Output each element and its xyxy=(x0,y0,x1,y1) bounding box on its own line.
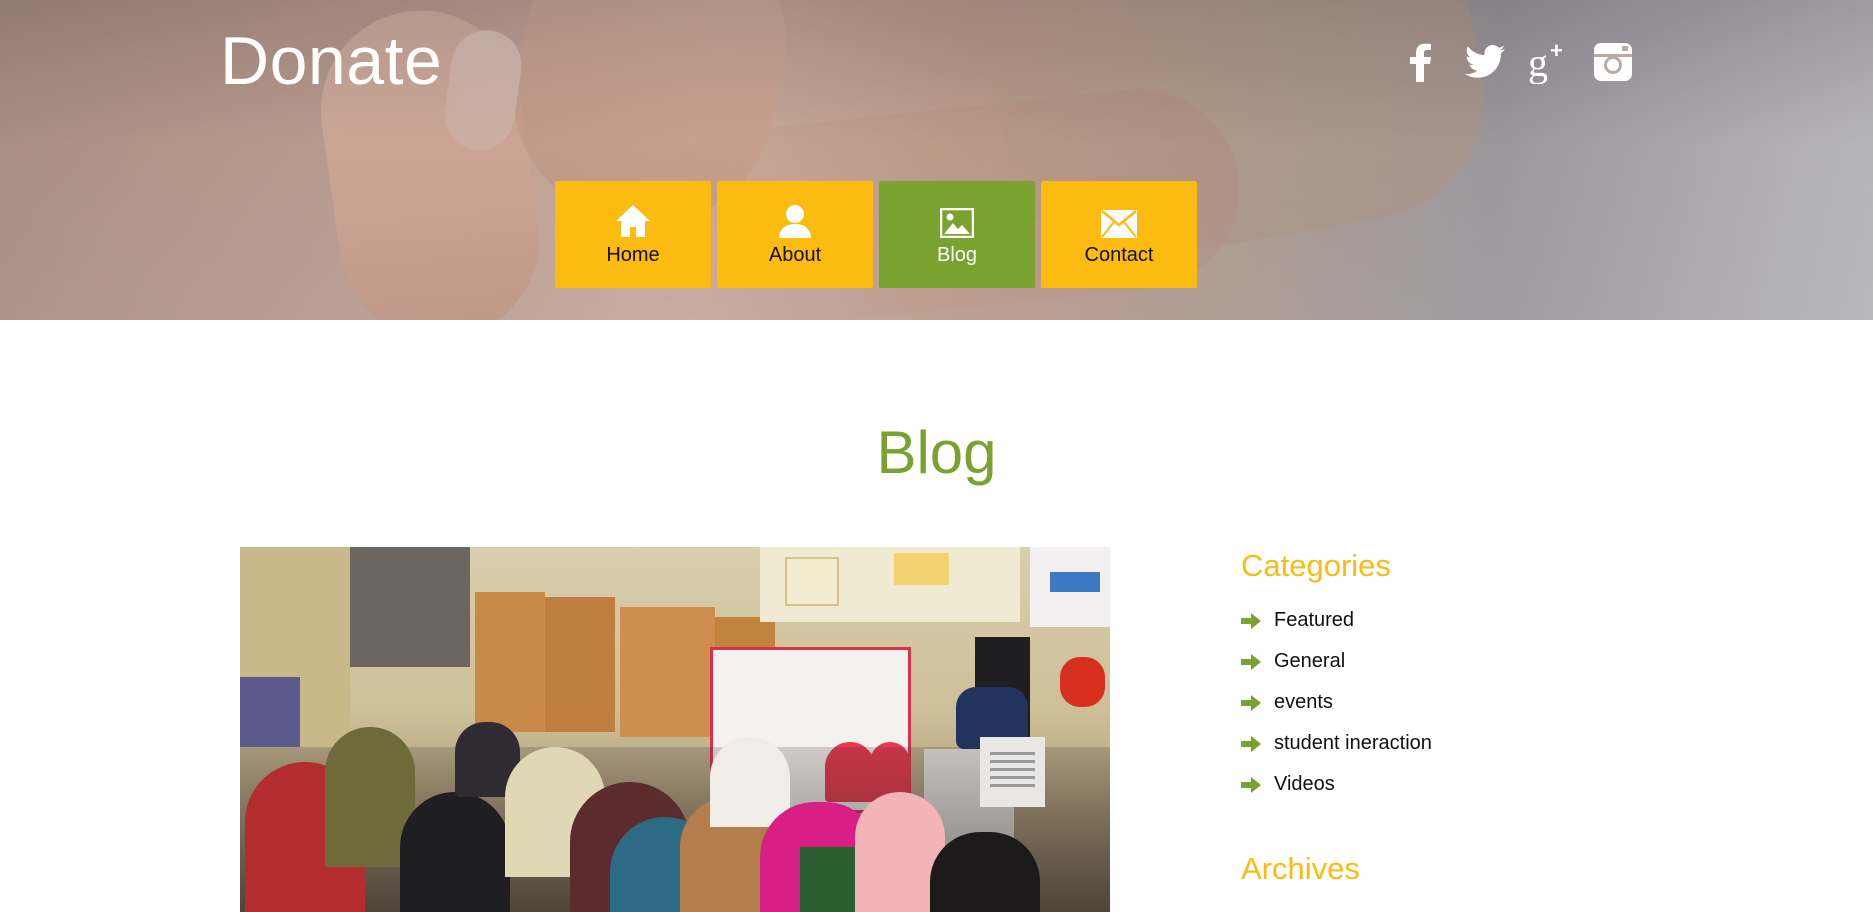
envelope-icon xyxy=(1101,202,1137,238)
google-plus-icon[interactable]: g + xyxy=(1528,38,1570,86)
archives-title: Archives xyxy=(1241,851,1360,886)
category-label: events xyxy=(1274,691,1333,713)
category-label: Videos xyxy=(1274,773,1335,795)
category-label: Featured xyxy=(1274,609,1355,631)
nav-item-about[interactable]: About xyxy=(717,181,873,288)
site-title[interactable]: Donate xyxy=(220,22,442,100)
nav-item-blog[interactable]: Blog xyxy=(879,181,1035,288)
nav-label-about: About xyxy=(768,244,822,266)
instagram-icon[interactable] xyxy=(1592,38,1634,86)
category-label: General xyxy=(1274,650,1346,672)
main-nav: Home About Blog Contact xyxy=(555,181,1197,288)
svg-text:+: + xyxy=(1550,40,1563,63)
nav-item-contact[interactable]: Contact xyxy=(1041,181,1197,288)
page-title: Blog xyxy=(876,419,997,486)
nav-label-blog: Blog xyxy=(936,244,978,266)
categories-list: Featured General events student ineracti… xyxy=(1241,600,1641,805)
image-icon xyxy=(940,202,974,238)
home-icon xyxy=(615,202,651,238)
twitter-icon[interactable] xyxy=(1464,38,1506,86)
sidebar: Categories Featured General events stude… xyxy=(1241,548,1641,887)
category-item[interactable]: General xyxy=(1241,641,1641,682)
user-icon xyxy=(778,202,812,238)
social-links: g + xyxy=(1400,38,1634,86)
category-label: student ineraction xyxy=(1274,732,1432,754)
svg-text:g: g xyxy=(1528,40,1548,84)
category-item[interactable]: student ineraction xyxy=(1241,723,1641,764)
category-item[interactable]: Featured xyxy=(1241,600,1641,641)
nav-label-contact: Contact xyxy=(1084,244,1154,266)
header-banner: Donate g + Home About Blog Contact xyxy=(0,0,1873,320)
nav-item-home[interactable]: Home xyxy=(555,181,711,288)
arrow-right-icon xyxy=(1241,735,1261,752)
category-item[interactable]: Videos xyxy=(1241,764,1641,805)
facebook-icon[interactable] xyxy=(1400,38,1442,86)
categories-title: Categories xyxy=(1241,548,1391,583)
blog-post-photo[interactable] xyxy=(240,547,1110,912)
arrow-right-icon xyxy=(1241,776,1261,793)
arrow-right-icon xyxy=(1241,612,1261,629)
arrow-right-icon xyxy=(1241,653,1261,670)
category-item[interactable]: events xyxy=(1241,682,1641,723)
nav-label-home: Home xyxy=(606,244,660,266)
arrow-right-icon xyxy=(1241,694,1261,711)
